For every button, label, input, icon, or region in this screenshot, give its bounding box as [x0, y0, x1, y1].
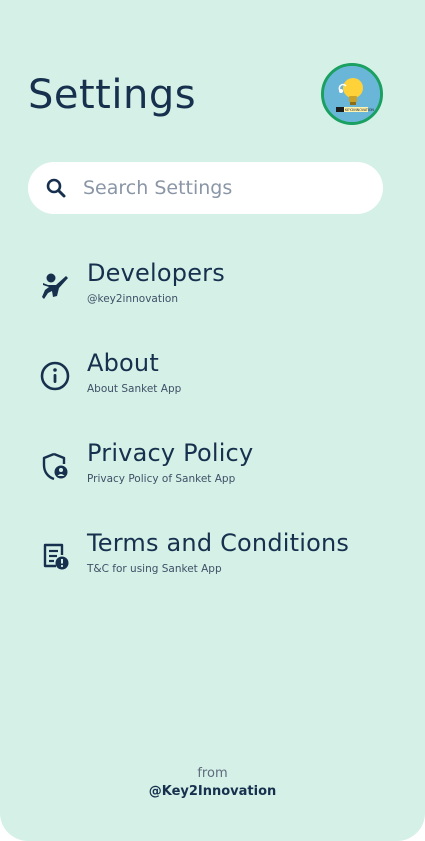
search-icon [46, 178, 66, 198]
settings-screen: Settings KEY2INNOVATION Developers @key2… [0, 0, 425, 841]
privacy-policy-subtitle: Privacy Policy of Sanket App [87, 473, 236, 485]
developers-subtitle: @key2innovation [87, 293, 178, 305]
developer-icon [42, 273, 68, 299]
about-subtitle: About Sanket App [87, 383, 182, 395]
terms-document-icon [43, 543, 69, 570]
info-icon [40, 361, 70, 391]
privacy-shield-icon [42, 452, 68, 481]
terms-subtitle: T&C for using Sanket App [87, 563, 222, 575]
settings-item-developers[interactable]: Developers @key2innovation [28, 259, 383, 319]
lightbulb-logo-icon: KEY2INNOVATION [324, 66, 380, 122]
page-title: Settings [28, 72, 197, 118]
footer-from: from [197, 766, 228, 781]
privacy-policy-label: Privacy Policy [87, 439, 254, 467]
developers-label: Developers [87, 259, 225, 287]
search-bar[interactable] [28, 162, 383, 214]
footer-org-link[interactable]: @Key2Innovation [0, 784, 425, 799]
settings-item-privacy-policy[interactable]: Privacy Policy Privacy Policy of Sanket … [28, 439, 383, 499]
terms-label: Terms and Conditions [87, 529, 350, 557]
search-input[interactable] [83, 162, 363, 214]
about-label: About [87, 349, 159, 377]
avatar[interactable]: KEY2INNOVATION [321, 63, 383, 125]
settings-item-terms-and-conditions[interactable]: Terms and Conditions T&C for using Sanke… [28, 529, 383, 589]
logo-lettering: KEY2INNOVATION [345, 108, 374, 112]
settings-item-about[interactable]: About About Sanket App [28, 349, 383, 409]
